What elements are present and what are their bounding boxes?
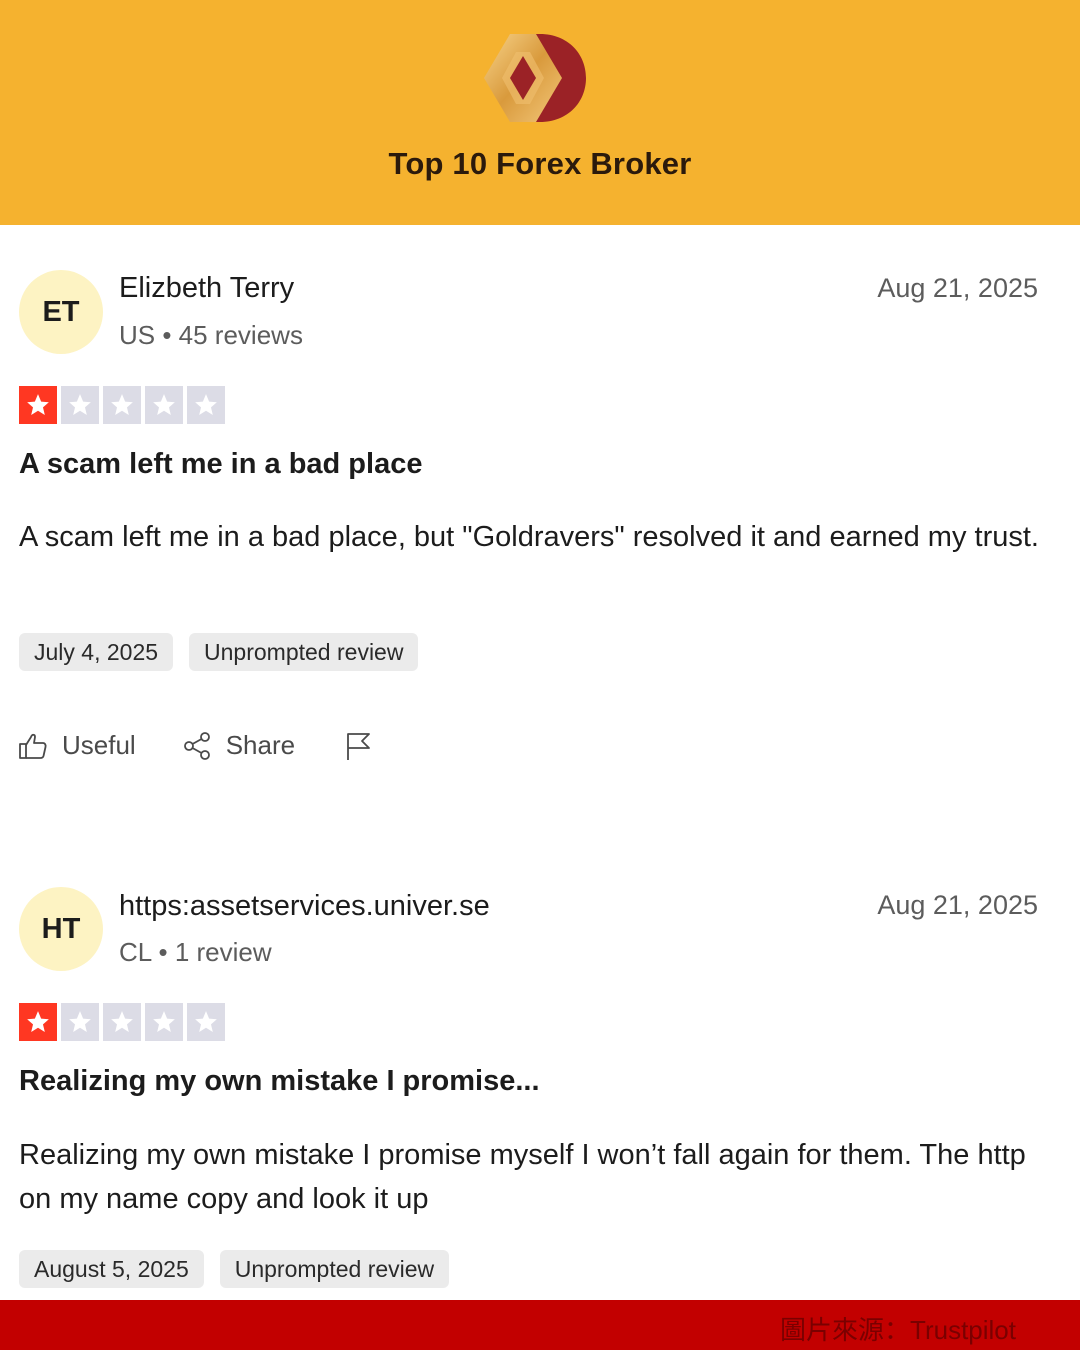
experience-date-tag: July 4, 2025 xyxy=(19,633,174,671)
review-actions: Useful Share xyxy=(18,730,373,761)
star-empty-icon xyxy=(187,386,225,424)
diamond-chevron-logo-icon xyxy=(484,34,586,122)
reviewer-name[interactable]: Elizbeth Terry xyxy=(119,272,294,305)
thumbs-up-icon xyxy=(19,733,47,759)
useful-button[interactable]: Useful xyxy=(18,730,136,761)
image-source-credit: 圖片來源：Trustpilot xyxy=(780,1315,1016,1345)
star-empty-icon xyxy=(61,386,99,424)
share-button[interactable]: Share xyxy=(182,730,295,761)
reviewer-meta: CL • 1 review xyxy=(119,937,272,967)
star-empty-icon xyxy=(145,386,183,424)
share-label: Share xyxy=(225,730,296,760)
unprompted-review-tag[interactable]: Unprompted review xyxy=(219,1250,450,1288)
star-rating xyxy=(19,386,225,424)
star-empty-icon xyxy=(187,1003,225,1041)
report-button[interactable] xyxy=(343,731,373,761)
review-title[interactable]: A scam left me in a bad place xyxy=(19,448,422,481)
review-date: Aug 21, 2025 xyxy=(877,890,1038,920)
review-tags: July 4, 2025 Unprompted review xyxy=(19,633,419,671)
share-icon xyxy=(183,731,210,760)
review-title[interactable]: Realizing my own mistake I promise... xyxy=(19,1065,540,1098)
star-empty-icon xyxy=(145,1003,183,1041)
reviewer-name[interactable]: https:assetservices.univer.se xyxy=(119,890,490,923)
header-banner: Top 10 Forex Broker xyxy=(0,0,1080,225)
review-body: Realizing my own mistake I promise mysel… xyxy=(19,1139,1026,1215)
footer-bar: 圖片來源：Trustpilot xyxy=(0,1300,1080,1350)
review-body: A scam left me in a bad place, but "Gold… xyxy=(19,521,1039,553)
star-empty-icon xyxy=(103,386,141,424)
star-filled-icon xyxy=(19,386,57,424)
star-rating xyxy=(19,1003,225,1041)
review-date: Aug 21, 2025 xyxy=(877,273,1038,303)
unprompted-review-tag[interactable]: Unprompted review xyxy=(189,633,419,671)
experience-date-tag: August 5, 2025 xyxy=(19,1250,204,1288)
review-tags: August 5, 2025 Unprompted review xyxy=(19,1250,450,1288)
star-empty-icon xyxy=(61,1003,99,1041)
reviewer-meta: US • 45 reviews xyxy=(119,320,303,350)
avatar: HT xyxy=(19,887,103,971)
star-empty-icon xyxy=(103,1003,141,1041)
page-title: Top 10 Forex Broker xyxy=(388,146,692,181)
flag-icon xyxy=(347,732,370,760)
useful-label: Useful xyxy=(62,730,136,760)
avatar: ET xyxy=(19,270,103,354)
star-filled-icon xyxy=(19,1003,57,1041)
